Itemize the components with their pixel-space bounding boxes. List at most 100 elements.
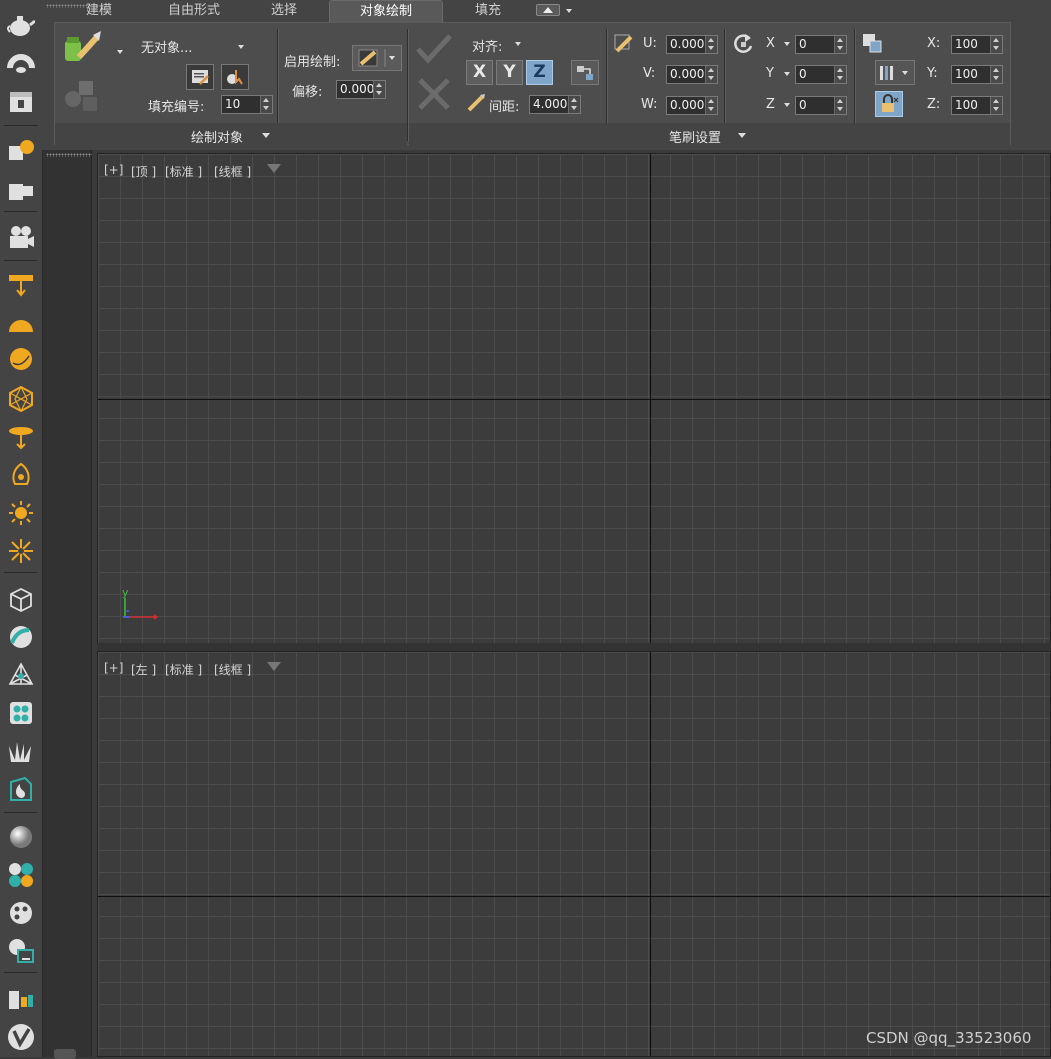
grass-icon[interactable] xyxy=(5,736,37,766)
fire-effect-icon[interactable] xyxy=(5,774,37,804)
vray-logo-icon[interactable] xyxy=(5,1022,37,1052)
watermark: CSDN @qq_33523060 xyxy=(866,1029,1032,1047)
paint-objects-disabled-icon xyxy=(61,77,103,117)
ribbon-options-dropdown-icon[interactable] xyxy=(566,9,572,13)
viewport-plus-menu[interactable]: [+] xyxy=(104,163,123,177)
viewport-top[interactable]: [+] [顶 ] [标准 ] [线框 ] y xyxy=(97,153,1051,644)
scale-lock-button[interactable] xyxy=(875,91,903,117)
object-dropdown-label[interactable]: 无对象... xyxy=(141,37,192,56)
align-to-normal-button[interactable] xyxy=(571,60,599,85)
cancel-x-icon[interactable] xyxy=(417,77,451,111)
rot-z-dropdown-icon[interactable] xyxy=(784,103,790,107)
rot-y-label: Y xyxy=(766,66,774,81)
tab-freeform[interactable]: 自由形式 xyxy=(144,0,244,22)
viewport-divider[interactable] xyxy=(97,643,1051,651)
toolbar-separator xyxy=(4,572,38,573)
viewport-shading-label[interactable]: [标准 ] xyxy=(165,163,202,180)
offset-spinner[interactable]: 0.000 xyxy=(336,80,386,99)
paint-objects-footer-dropdown-icon[interactable] xyxy=(262,133,270,138)
material-sphere-icon[interactable] xyxy=(5,822,37,852)
box-wireframe-icon[interactable] xyxy=(5,584,37,614)
minimize-ribbon-button[interactable] xyxy=(536,4,560,16)
w-spinner[interactable]: 0.000 xyxy=(666,96,718,115)
viewport-style-label[interactable]: [线框 ] xyxy=(214,163,251,180)
skylight-icon[interactable] xyxy=(5,308,37,338)
object-dropdown-icon[interactable] xyxy=(238,45,244,49)
toolbar-separator xyxy=(4,972,38,973)
light-list-icon[interactable] xyxy=(5,136,37,166)
spacing-label: 间距: xyxy=(489,100,520,115)
tab-selection[interactable]: 选择 xyxy=(254,0,314,22)
align-label: 对齐: xyxy=(472,40,503,55)
sky-portal-icon[interactable] xyxy=(5,536,37,566)
fill-number-spinner[interactable]: 10 xyxy=(221,95,273,114)
tab-populate[interactable]: 填充 xyxy=(454,0,522,22)
pick-object-button[interactable] xyxy=(186,64,214,90)
add-object-button[interactable] xyxy=(221,64,249,90)
viewport-view-label[interactable]: [左 ] xyxy=(131,661,156,678)
scale-mode-button[interactable] xyxy=(875,60,915,85)
rot-x-dropdown-icon[interactable] xyxy=(784,42,790,46)
brush-settings-footer-label[interactable]: 笔刷设置 xyxy=(669,127,721,146)
align-dropdown-icon[interactable] xyxy=(515,42,521,46)
viewport-shading-label[interactable]: [标准 ] xyxy=(165,661,202,678)
ribbon-panel: 无对象... 填充编号: 10 启用绘制: 偏移: 0.000 对齐: X Y … xyxy=(54,22,1011,146)
filter-icon[interactable] xyxy=(267,662,281,671)
direct-light-icon[interactable] xyxy=(5,422,37,452)
spot-light-icon[interactable] xyxy=(5,270,37,300)
area-light-icon[interactable] xyxy=(5,460,37,490)
spacing-spinner[interactable]: 4.000 xyxy=(529,95,581,114)
scale-icon xyxy=(861,32,883,54)
commit-check-icon[interactable] xyxy=(415,33,453,65)
paint-brush-dropdown-icon[interactable] xyxy=(117,50,123,54)
viewport-plus-menu[interactable]: [+] xyxy=(104,661,123,675)
grid-axis-horizontal xyxy=(98,399,1050,400)
omni-light-icon[interactable] xyxy=(5,344,37,374)
tab-object-paint[interactable]: 对象绘制 xyxy=(329,0,443,23)
torus-knot-icon[interactable] xyxy=(5,50,37,80)
command-panel-strip xyxy=(43,150,92,1057)
rot-z-label: Z xyxy=(766,97,775,112)
rot-x-spinner[interactable]: 0 xyxy=(795,35,847,54)
sun-light-icon[interactable] xyxy=(5,498,37,528)
sphere-teal-icon[interactable] xyxy=(5,622,37,652)
scale-x-spinner[interactable]: 100 xyxy=(951,35,1003,54)
viewport-grip[interactable] xyxy=(46,153,92,157)
v-spinner[interactable]: 0.000 xyxy=(666,65,718,84)
u-spinner[interactable]: 0.000 xyxy=(666,35,718,54)
camera-icon[interactable] xyxy=(5,222,37,252)
pyramid-icon[interactable] xyxy=(5,660,37,690)
toolbar-separator xyxy=(4,812,38,813)
particles-icon[interactable] xyxy=(5,698,37,728)
expand-handle[interactable] xyxy=(54,1049,76,1059)
photometric-light-icon[interactable] xyxy=(5,384,37,414)
filter-icon[interactable] xyxy=(267,164,281,173)
camera-list-icon[interactable] xyxy=(5,176,37,206)
enable-paint-label: 启用绘制: xyxy=(284,55,341,70)
scene-explorer-icon[interactable] xyxy=(5,985,37,1015)
rot-y-spinner[interactable]: 0 xyxy=(795,65,847,84)
viewport-left[interactable]: [+] [左 ] [标准 ] [线框 ] xyxy=(97,651,1051,1057)
paint-objects-footer-label[interactable]: 绘制对象 xyxy=(191,127,243,146)
rot-y-dropdown-icon[interactable] xyxy=(784,72,790,76)
align-y-button[interactable]: Y xyxy=(496,60,523,85)
enable-paint-button[interactable] xyxy=(352,45,402,71)
render-material-icon[interactable] xyxy=(5,936,37,966)
teapot-icon[interactable] xyxy=(5,10,37,40)
tab-modeling[interactable]: 建模 xyxy=(64,0,134,22)
toolbar-separator xyxy=(4,125,38,126)
map-sphere-icon[interactable] xyxy=(5,898,37,928)
multi-material-icon[interactable] xyxy=(5,860,37,890)
rot-z-spinner[interactable]: 0 xyxy=(795,96,847,115)
brush-settings-footer-dropdown-icon[interactable] xyxy=(738,133,746,138)
viewport-view-label[interactable]: [顶 ] xyxy=(131,163,156,180)
scale-z-spinner[interactable]: 100 xyxy=(951,96,1003,115)
box-container-icon[interactable] xyxy=(5,88,37,118)
fill-number-label: 填充编号: xyxy=(148,100,205,115)
toolbar-separator xyxy=(4,211,38,212)
paint-brush-icon[interactable] xyxy=(61,29,103,71)
viewport-style-label[interactable]: [线框 ] xyxy=(214,661,251,678)
align-z-button[interactable]: Z xyxy=(526,60,553,85)
scale-y-spinner[interactable]: 100 xyxy=(951,65,1003,84)
align-x-button[interactable]: X xyxy=(466,60,493,85)
